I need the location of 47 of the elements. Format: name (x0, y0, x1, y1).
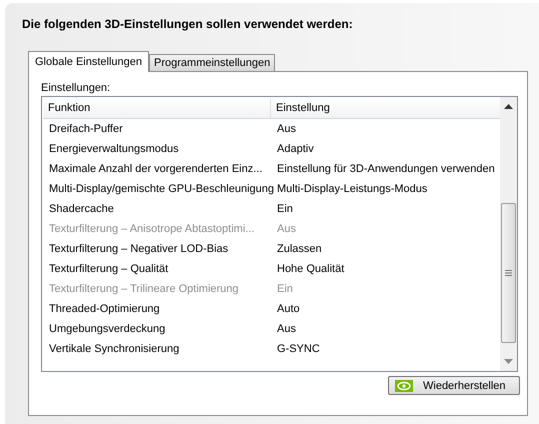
settings-row[interactable]: Multi-Display/gemischte GPU-Beschleunigung Multi-Display-Leistungs-Modus (43, 179, 500, 199)
scroll-thumb[interactable] (501, 203, 516, 343)
settings-row[interactable]: Dreifach-Puffer Aus (43, 119, 500, 139)
column-header[interactable]: Funktion (43, 98, 271, 118)
table-cell-text: Ein (276, 203, 293, 215)
table-cell-text: Aus (276, 323, 296, 335)
settings-row[interactable]: Threaded-Optimierung Auto (43, 299, 500, 319)
scroll-down-icon[interactable] (504, 359, 513, 364)
table-cell-text: G-SYNC (276, 343, 320, 355)
table-cell-text: Einstellung für 3D-Anwendungen verwenden (276, 163, 495, 175)
table-cell-text: Ein (276, 283, 293, 295)
table-cell-text: Multi-Display/gemischte GPU-Beschleunigung (48, 183, 271, 195)
table-cell-text: Threaded-Optimierung (48, 303, 161, 315)
table-cell-text: Dreifach-Puffer (48, 123, 124, 135)
table-cell-text: Texturfilterung – Qualität (48, 263, 170, 275)
settings-row[interactable]: Umgebungsverdeckung Aus (43, 319, 500, 339)
table-cell-text: Multi-Display-Leistungs-Modus (276, 183, 428, 195)
section-heading: Die folgenden 3D-Einstellungen sollen verwendet werden: (22, 17, 354, 33)
table-cell-text: Aus (276, 123, 296, 135)
table-cell-text: Maximale Anzahl der vorgerenderten Einz... (48, 163, 264, 175)
column-header[interactable]: Einstellung (271, 98, 330, 118)
restore-button[interactable]: Wiederherstellen (388, 376, 520, 395)
table-cell-text: Energieverwaltungsmodus (48, 143, 180, 155)
settings-row[interactable]: Texturfilterung – Negativer LOD-Bias Zulassen (43, 239, 500, 259)
table-cell-text: Texturfilterung – Negativer LOD-Bias (48, 243, 230, 255)
settings-row[interactable]: Energieverwaltungsmodus Adaptiv (43, 139, 500, 159)
table-cell-text: Texturfilterung – Trilineare Optimierung (48, 283, 240, 295)
table-cell-text: Auto (276, 303, 300, 315)
eye-logo-icon (395, 380, 413, 392)
table-cell-text: Hohe Qualität (276, 263, 344, 275)
grip-icon (505, 270, 512, 276)
table-cell-text: Adaptiv (276, 143, 314, 155)
settings-row[interactable]: Maximale Anzahl der vorgerenderten Einz... Einstellung für 3D-Anwendungen verwenden (43, 159, 500, 179)
list-label: Einstellungen: (41, 82, 112, 96)
settings-row[interactable]: Texturfilterung – Qualität Hohe Qualität (43, 259, 500, 279)
scroll-up-icon[interactable] (504, 104, 513, 109)
settings-row[interactable]: Vertikale Synchronisierung G-SYNC (43, 339, 500, 359)
table-cell-text: Zulassen (276, 243, 322, 255)
tab[interactable]: Globale Einstellungen (28, 51, 150, 72)
table-cell-text: Umgebungsverdeckung (48, 323, 166, 335)
table-cell-text: Texturfilterung – Anisotrope Abtastoptimi... (48, 223, 256, 235)
table-cell-text: Shadercache (48, 203, 115, 215)
tab[interactable]: Programmeinstellungen (149, 54, 276, 71)
table-cell-text: Aus (276, 223, 296, 235)
scrollbar[interactable] (500, 97, 517, 371)
settings-row[interactable]: Shadercache Ein (43, 199, 500, 219)
table-cell-text: Vertikale Synchronisierung (48, 343, 180, 355)
